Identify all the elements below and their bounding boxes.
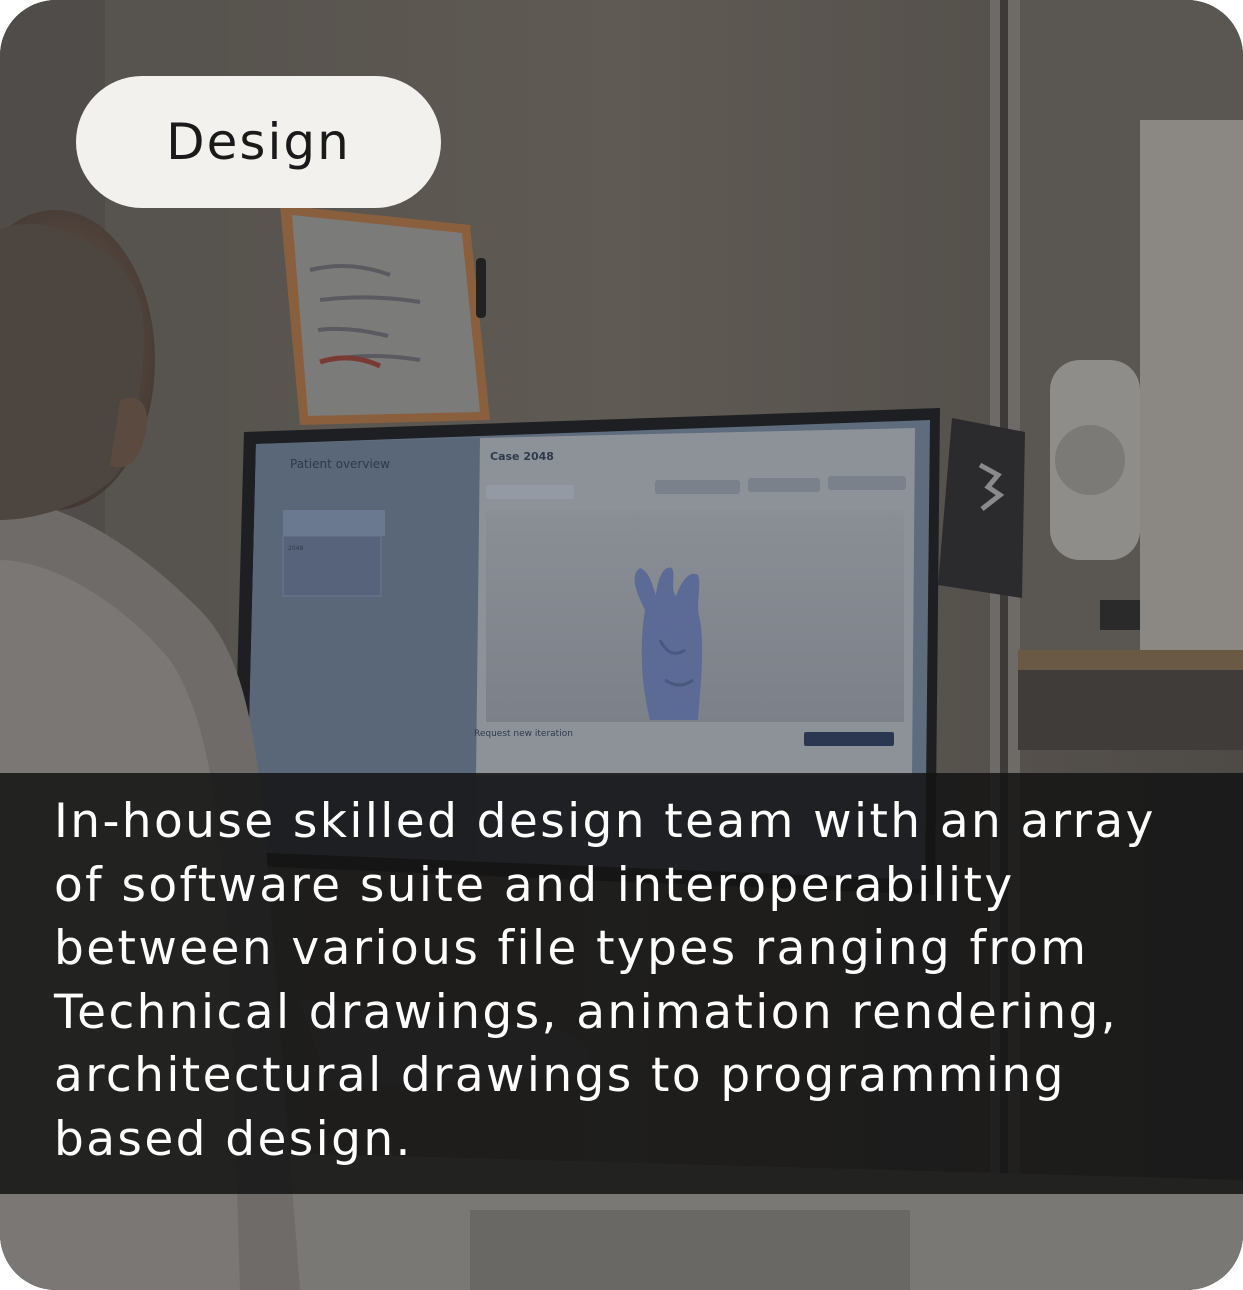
design-card: Patient overview Case 2048 2048 Request … [0, 0, 1243, 1290]
badge-label: Design [166, 113, 351, 171]
whiteboard [280, 205, 490, 425]
screen-sidebar-title: Patient overview [290, 457, 390, 471]
mounted-tablet [938, 418, 1025, 598]
screen-request-label: Request new iteration [474, 729, 573, 739]
screen-case-title: Case 2048 [490, 450, 554, 463]
description-text: In-house skilled design team with an arr… [54, 794, 1156, 1167]
category-badge: Design [76, 76, 441, 208]
screen-case-id: 2048 [288, 545, 303, 552]
